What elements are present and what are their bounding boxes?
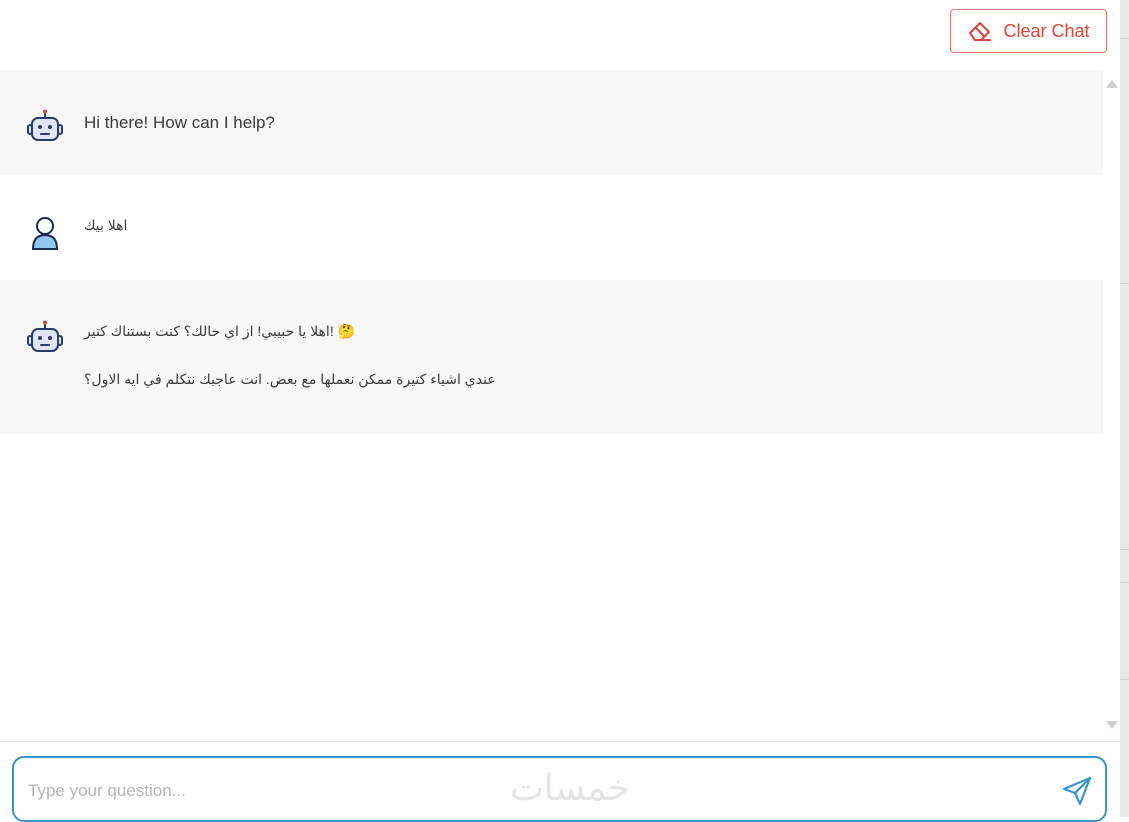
robot-icon [27,109,63,141]
chat-header: Clear Chat [0,0,1120,62]
eraser-icon [969,22,992,41]
message-bot: Hi there! How can I help? [0,70,1103,175]
chat-window: Clear Chat Hi there! How can I help? اهل… [0,0,1120,822]
message-user: اهلا بيك [0,175,1103,280]
robot-icon [27,320,63,352]
message-text: اهلا بيك [84,217,128,233]
message-text: عندي اشياء كتيرة ممكن نعملها مع بعض. انت… [84,371,496,387]
message-list: Hi there! How can I help? اهلا بيك 🤔 !اه… [0,70,1103,735]
composer: خمسات [0,741,1120,822]
scroll-up-arrow[interactable] [1106,80,1118,88]
clear-chat-button[interactable]: Clear Chat [950,9,1107,53]
scroll-down-arrow[interactable] [1106,721,1118,729]
clear-chat-label: Clear Chat [1003,20,1090,41]
background-page-edge [1120,0,1129,817]
message-text: Hi there! How can I help? [84,113,275,132]
question-input-box[interactable]: خمسات [12,756,1107,822]
user-icon [31,217,59,250]
message-text: 🤔 !اهلا يا حبيبي! از اي حالك؟ كنت بستناك… [84,323,356,339]
message-bot: 🤔 !اهلا يا حبيبي! از اي حالك؟ كنت بستناك… [0,280,1103,434]
send-icon[interactable] [1060,774,1094,808]
watermark: خمسات [510,768,631,809]
